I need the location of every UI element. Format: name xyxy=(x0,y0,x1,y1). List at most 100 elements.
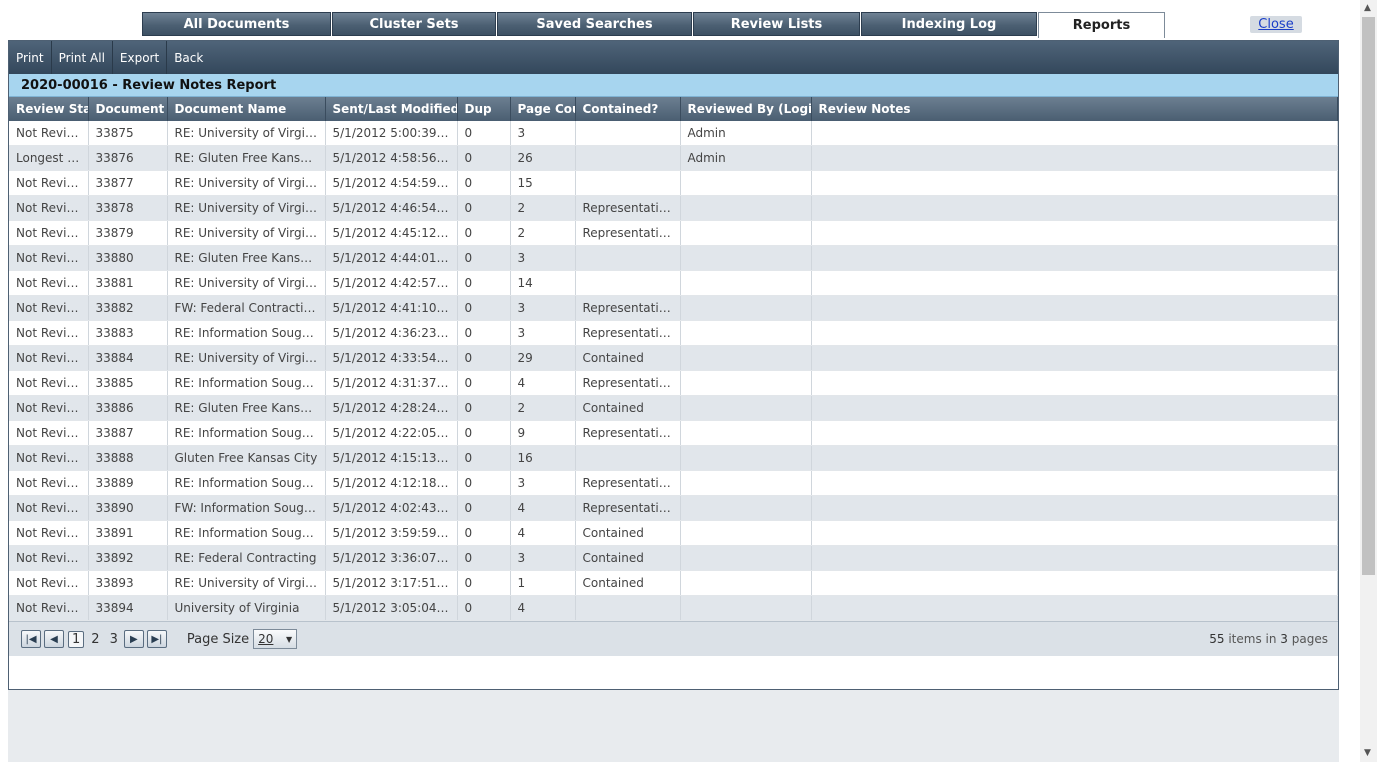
cell-review-notes xyxy=(811,470,1338,496)
cell-reviewed-by xyxy=(680,520,812,546)
items-summary: 55 items in 3 pages xyxy=(1209,632,1328,646)
cell-document-id: 33890 xyxy=(88,495,168,521)
tab-all-documents[interactable]: All Documents xyxy=(142,12,331,36)
column-header-document-name[interactable]: Document Name xyxy=(167,97,326,121)
page-link-1[interactable]: 1 xyxy=(68,630,85,648)
table-row[interactable]: Not Revie... 33882 FW: Federal Contracting… xyxy=(9,295,1338,321)
cell-dup: 0 xyxy=(457,420,511,446)
export-button[interactable]: Export xyxy=(113,41,168,74)
back-button[interactable]: Back xyxy=(167,41,210,74)
table-row[interactable]: Not Revie... 33887 RE: Information Sought … xyxy=(9,420,1338,446)
cell-document-name: Gluten Free Kansas City xyxy=(167,445,326,471)
table-row[interactable]: Not Revie... 33889 RE: Information Sought … xyxy=(9,470,1338,496)
cell-document-id: 33883 xyxy=(88,320,168,346)
grid-header-row: Review StatusDocument IDDocument NameSen… xyxy=(9,97,1338,121)
print-button[interactable]: Print xyxy=(9,41,52,74)
tab-indexing-log[interactable]: Indexing Log xyxy=(861,12,1037,36)
tab-review-lists[interactable]: Review Lists xyxy=(693,12,860,36)
print-all-button[interactable]: Print All xyxy=(52,41,113,74)
cell-review-notes xyxy=(811,420,1338,446)
cell-document-name: RE: Information Sought f... xyxy=(167,470,326,496)
cell-contained xyxy=(575,245,681,271)
table-row[interactable]: Not Revie... 33884 RE: University of Virgi… xyxy=(9,345,1338,371)
table-row[interactable]: Not Revie... 33892 RE: Federal Contracting… xyxy=(9,545,1338,571)
scroll-down-icon[interactable]: ▼ xyxy=(1364,748,1371,758)
cell-contained xyxy=(575,170,681,196)
scrollbar-thumb[interactable] xyxy=(1362,17,1375,575)
table-row[interactable]: Not Revie... 33888 Gluten Free Kansas City… xyxy=(9,445,1338,471)
cell-sent-date: 5/1/2012 4:45:12 PM xyxy=(325,220,458,246)
column-header-sent-date[interactable]: Sent/Last Modified Date xyxy=(325,97,458,121)
scroll-up-icon[interactable]: ▲ xyxy=(1364,3,1371,13)
table-row[interactable]: Not Revie... 33890 FW: Information Sought … xyxy=(9,495,1338,521)
next-page-icon: ▶ xyxy=(129,633,138,645)
table-row[interactable]: Not Revie... 33878 RE: University of Virgi… xyxy=(9,195,1338,221)
cell-document-id: 33889 xyxy=(88,470,168,496)
cell-document-id: 33885 xyxy=(88,370,168,396)
table-row[interactable]: Not Revie... 33880 RE: Gluten Free Kansas … xyxy=(9,245,1338,271)
cell-document-id: 33877 xyxy=(88,170,168,196)
cell-document-name: RE: University of Virginia xyxy=(167,220,326,246)
page-link-3[interactable]: 3 xyxy=(107,632,121,647)
column-header-document-id[interactable]: Document ID xyxy=(88,97,168,121)
cell-dup: 0 xyxy=(457,545,511,571)
table-row[interactable]: Not Revie... 33879 RE: University of Virgi… xyxy=(9,220,1338,246)
report-grid: Review StatusDocument IDDocument NameSen… xyxy=(9,97,1338,621)
close-link[interactable]: Close xyxy=(1250,16,1302,33)
cell-contained xyxy=(575,445,681,471)
column-header-reviewed-by[interactable]: Reviewed By (Login) xyxy=(680,97,812,121)
cell-dup: 0 xyxy=(457,170,511,196)
cell-dup: 0 xyxy=(457,245,511,271)
page-size-value: 20 xyxy=(258,632,274,646)
table-row[interactable]: Not Revie... 33885 RE: Information Sought … xyxy=(9,370,1338,396)
column-header-review-notes[interactable]: Review Notes xyxy=(811,97,1338,121)
cell-document-id: 33894 xyxy=(88,595,168,621)
cell-document-id: 33875 xyxy=(88,121,168,146)
cell-review-notes xyxy=(811,545,1338,571)
table-row[interactable]: Not Revie... 33894 University of Virginia 5… xyxy=(9,595,1338,621)
cell-review-notes xyxy=(811,445,1338,471)
cell-contained: Contained xyxy=(575,520,681,546)
cell-reviewed-by xyxy=(680,420,812,446)
cell-review-status: Not Revie... xyxy=(9,195,89,221)
first-page-button[interactable]: |◀ xyxy=(21,630,41,648)
first-page-icon: |◀ xyxy=(25,633,37,645)
table-row[interactable]: Not Revie... 33875 RE: University of Virgi… xyxy=(9,121,1338,146)
cell-review-notes xyxy=(811,220,1338,246)
cell-review-status: Not Revie... xyxy=(9,270,89,296)
tab-cluster-sets[interactable]: Cluster Sets xyxy=(332,12,496,36)
tab-reports[interactable]: Reports xyxy=(1038,12,1165,38)
cell-reviewed-by xyxy=(680,295,812,321)
cell-review-notes xyxy=(811,320,1338,346)
page-size-select[interactable]: 20 ▼ xyxy=(253,629,298,649)
last-page-button[interactable]: ▶| xyxy=(146,630,167,648)
column-header-review-status[interactable]: Review Status xyxy=(9,97,89,121)
cell-review-notes xyxy=(811,145,1338,171)
table-row[interactable]: Not Revie... 33886 RE: Gluten Free Kansas … xyxy=(9,395,1338,421)
column-header-contained[interactable]: Contained? xyxy=(575,97,681,121)
table-row[interactable]: Not Revie... 33881 RE: University of Virgi… xyxy=(9,270,1338,296)
page-link-2[interactable]: 2 xyxy=(88,632,102,647)
prev-page-icon: ◀ xyxy=(50,633,58,645)
cell-dup: 0 xyxy=(457,370,511,396)
cell-contained: Representative xyxy=(575,470,681,496)
cell-review-notes xyxy=(811,595,1338,621)
table-row[interactable]: Longest T... 33876 RE: Gluten Free Kansas … xyxy=(9,145,1338,171)
report-title: 2020-00016 - Review Notes Report xyxy=(9,74,1338,97)
vertical-scrollbar[interactable]: ▲ ▼ xyxy=(1360,0,1377,762)
cell-contained xyxy=(575,270,681,296)
prev-page-button[interactable]: ◀ xyxy=(44,630,64,648)
cell-dup: 0 xyxy=(457,220,511,246)
cell-page-count: 3 xyxy=(510,295,576,321)
next-page-button[interactable]: ▶ xyxy=(123,630,144,648)
table-row[interactable]: Not Revie... 33893 RE: University of Virgi… xyxy=(9,570,1338,596)
table-row[interactable]: Not Revie... 33883 RE: Information Sought … xyxy=(9,320,1338,346)
column-header-page-count[interactable]: Page Count xyxy=(510,97,576,121)
cell-document-id: 33882 xyxy=(88,295,168,321)
table-row[interactable]: Not Revie... 33877 RE: University of Virgi… xyxy=(9,170,1338,196)
cell-reviewed-by xyxy=(680,195,812,221)
column-header-dup[interactable]: Dup xyxy=(457,97,511,121)
cell-review-status: Longest T... xyxy=(9,145,89,171)
tab-saved-searches[interactable]: Saved Searches xyxy=(497,12,692,36)
table-row[interactable]: Not Revie... 33891 RE: Information Sought … xyxy=(9,520,1338,546)
